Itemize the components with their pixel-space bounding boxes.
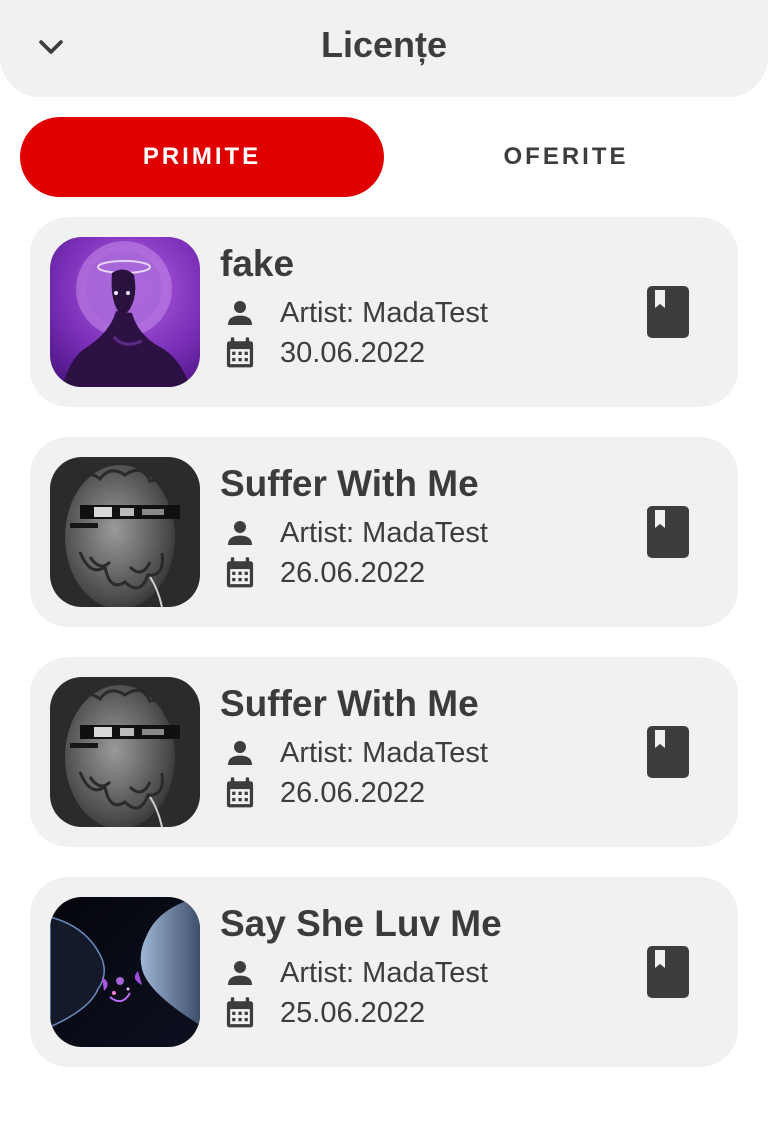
- artist-row: Artist: MadaTest: [220, 955, 488, 991]
- cover-art: [50, 677, 200, 827]
- license-date: 26.06.2022: [280, 776, 426, 809]
- license-card[interactable]: fake Artist: MadaTest 30.06.2022: [30, 217, 738, 407]
- license-card[interactable]: Suffer With Me Artist: MadaTest 26.06.20…: [30, 657, 738, 847]
- book-icon: [647, 726, 689, 778]
- person-icon: [220, 735, 260, 771]
- top-bar: Licențe: [0, 0, 768, 97]
- artist-name: Artist: MadaTest: [280, 296, 488, 329]
- calendar-icon: [220, 995, 260, 1031]
- track-title: Suffer With Me: [220, 683, 479, 724]
- faces-kiss-artwork: [50, 897, 200, 1047]
- license-date: 26.06.2022: [280, 556, 426, 589]
- cover-art: [50, 237, 200, 387]
- calendar-icon: [220, 775, 260, 811]
- license-list: fake Artist: MadaTest 30.06.2022 Suffer …: [30, 217, 738, 1097]
- artist-name: Artist: MadaTest: [280, 956, 488, 989]
- calendar-icon: [220, 555, 260, 591]
- statue-glitch-artwork: [50, 457, 200, 607]
- cover-art: [50, 897, 200, 1047]
- cover-art: [50, 457, 200, 607]
- date-row: 30.06.2022: [220, 335, 425, 371]
- license-date: 25.06.2022: [280, 996, 426, 1029]
- artist-name: Artist: MadaTest: [280, 736, 488, 769]
- person-icon: [220, 295, 260, 331]
- tab-oferite[interactable]: OFERITE: [384, 117, 748, 197]
- license-tabs: PRIMITE OFERITE: [20, 117, 748, 197]
- book-icon: [647, 946, 689, 998]
- license-book-button[interactable]: [640, 502, 696, 562]
- page-title: Licențe: [320, 24, 448, 65]
- artist-row: Artist: MadaTest: [220, 515, 488, 551]
- artist-row: Artist: MadaTest: [220, 295, 488, 331]
- license-date: 30.06.2022: [280, 336, 426, 369]
- book-icon: [647, 286, 689, 338]
- purple-figure-artwork: [50, 237, 200, 387]
- calendar-icon: [220, 335, 260, 371]
- license-book-button[interactable]: [640, 942, 696, 1002]
- track-title: Suffer With Me: [220, 463, 479, 504]
- date-row: 25.06.2022: [220, 995, 425, 1031]
- person-icon: [220, 955, 260, 991]
- artist-name: Artist: MadaTest: [280, 516, 488, 549]
- statue-glitch-artwork: [50, 677, 200, 827]
- book-icon: [647, 506, 689, 558]
- artist-row: Artist: MadaTest: [220, 735, 488, 771]
- license-card[interactable]: Suffer With Me Artist: MadaTest 26.06.20…: [30, 437, 738, 627]
- tab-primite[interactable]: PRIMITE: [20, 117, 384, 197]
- date-row: 26.06.2022: [220, 775, 425, 811]
- license-card[interactable]: Say She Luv Me Artist: MadaTest 25.06.20…: [30, 877, 738, 1067]
- person-icon: [220, 515, 260, 551]
- track-title: Say She Luv Me: [220, 903, 502, 944]
- license-book-button[interactable]: [640, 722, 696, 782]
- license-book-button[interactable]: [640, 282, 696, 342]
- date-row: 26.06.2022: [220, 555, 425, 591]
- track-title: fake: [220, 243, 295, 284]
